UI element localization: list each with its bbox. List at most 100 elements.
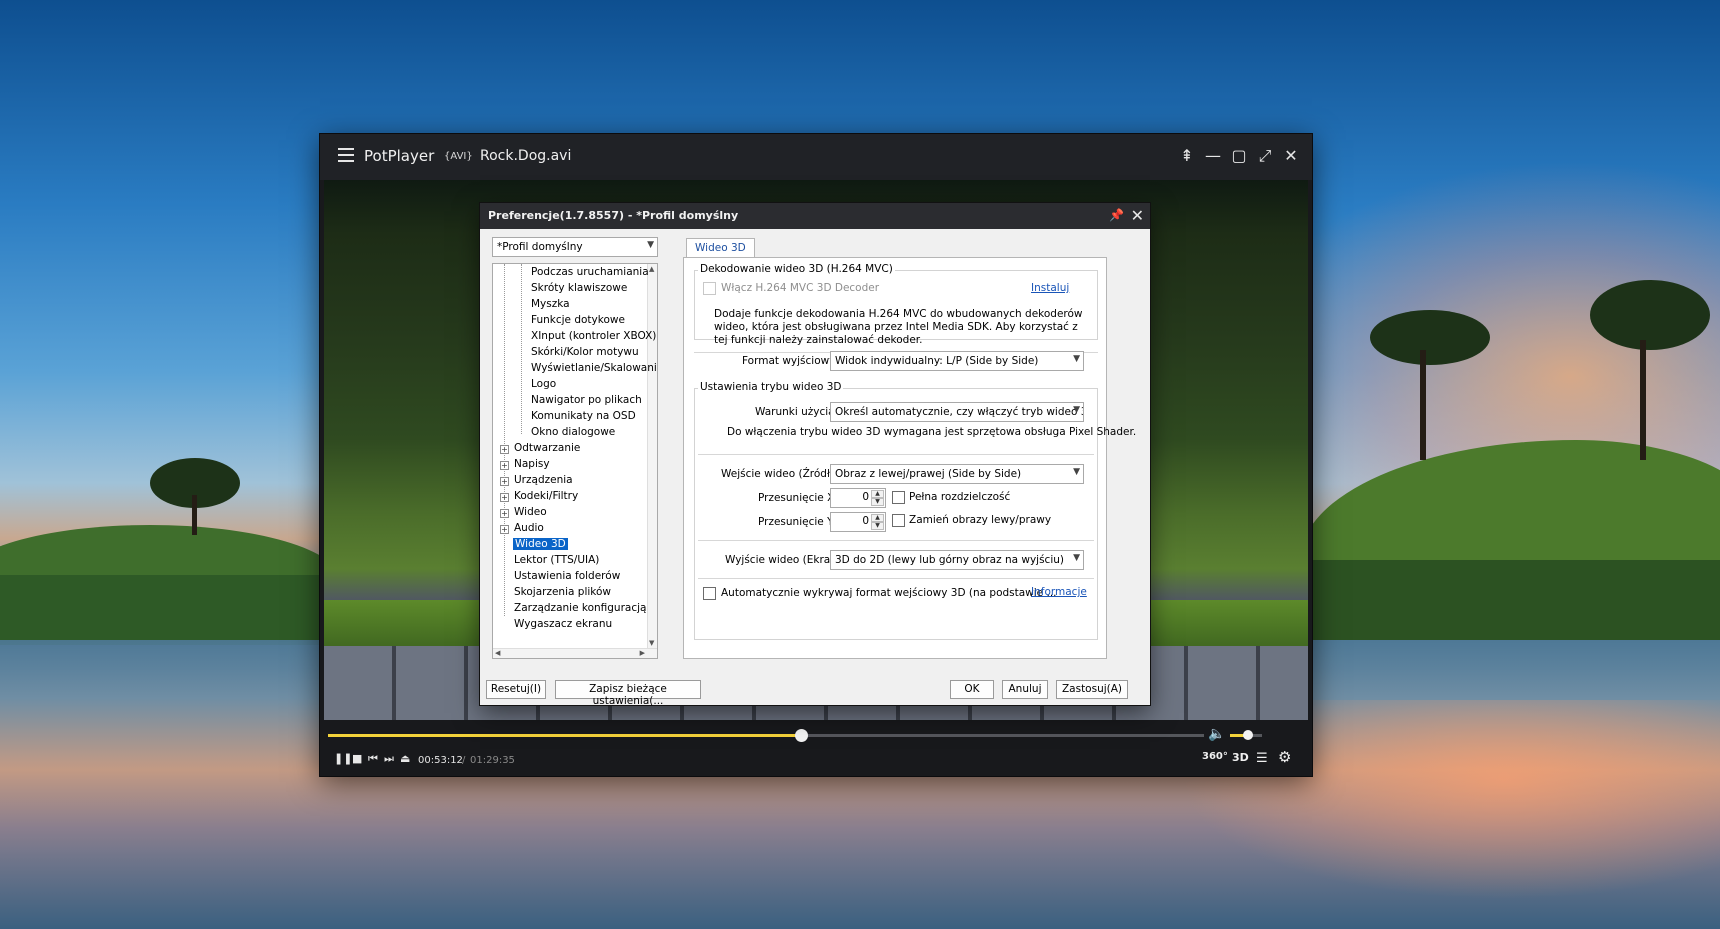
pause-icon[interactable]: ❚❚: [334, 752, 352, 765]
right-hill-shadow: [1310, 560, 1720, 640]
tree-item[interactable]: Logo: [531, 378, 556, 390]
tree-item[interactable]: Skojarzenia plików: [514, 586, 611, 598]
expand-plus-icon[interactable]: +: [500, 445, 509, 454]
expand-plus-icon[interactable]: +: [500, 509, 509, 518]
chevron-down-icon: ▼: [1073, 467, 1080, 477]
info-link[interactable]: Informacje: [1031, 586, 1087, 598]
spin-down-icon[interactable]: ▼: [871, 522, 884, 530]
tree-item[interactable]: Wideo: [514, 506, 547, 518]
scroll-down-icon[interactable]: ▼: [649, 639, 654, 647]
settings-tree[interactable]: ▲ ▼ ◀ ▶ Podczas uruchamiania Skróty klawi…: [492, 263, 658, 659]
apply-button[interactable]: Zastosuj(A): [1056, 680, 1128, 699]
tree-item[interactable]: Skróty klawiszowe: [531, 282, 627, 294]
tree-line: [521, 264, 522, 434]
fullscreen-icon[interactable]: ⤢: [1254, 145, 1276, 167]
playlist-icon[interactable]: ☰: [1256, 751, 1268, 766]
tree-item[interactable]: Lektor (TTS/UIA): [514, 554, 599, 566]
offset-x-label: Przesunięcie X:: [758, 492, 838, 504]
player-titlebar[interactable]: PotPlayer {AVI} Rock.Dog.avi ⇞ — ▢ ⤢ ✕: [320, 134, 1312, 180]
minimize-icon[interactable]: —: [1202, 145, 1224, 167]
tree-item[interactable]: Ustawienia folderów: [514, 570, 620, 582]
tree-item[interactable]: Odtwarzanie: [514, 442, 580, 454]
pixel-shader-note: Do włączenia trybu wideo 3D wymagana jes…: [727, 426, 1137, 438]
enable-mvc-label: Włącz H.264 MVC 3D Decoder: [721, 282, 880, 294]
condition-combo[interactable]: Określ automatycznie, czy włączyć tryb w…: [830, 402, 1084, 422]
install-link[interactable]: Instaluj: [1031, 282, 1069, 294]
tree-item[interactable]: Audio: [514, 522, 544, 534]
right-tree-far-trunk: [1640, 340, 1646, 460]
ok-button[interactable]: OK: [950, 680, 994, 699]
seek-handle[interactable]: [795, 729, 809, 742]
tree-item[interactable]: XInput (kontroler XBOX): [531, 330, 656, 342]
swap-images-checkbox[interactable]: [892, 514, 905, 527]
tree-item[interactable]: Okno dialogowe: [531, 426, 615, 438]
expand-plus-icon[interactable]: +: [500, 461, 509, 470]
offset-y-input[interactable]: [833, 515, 869, 527]
spin-up-icon[interactable]: ▲: [871, 490, 884, 498]
tree-horizontal-scrollbar[interactable]: ◀ ▶: [493, 648, 657, 658]
3d-button[interactable]: 3D: [1232, 751, 1249, 764]
offset-x-spinner[interactable]: ▲ ▼: [830, 488, 886, 508]
full-resolution-checkbox[interactable]: [892, 491, 905, 504]
tree-item[interactable]: Wyświetlanie/Skalowanie sk: [531, 362, 657, 374]
dialog-close-icon[interactable]: ✕: [1131, 206, 1144, 225]
scroll-right-icon[interactable]: ▶: [640, 649, 645, 657]
right-tree: [1370, 310, 1490, 365]
output-format-combo[interactable]: Widok indywidualny: L/P (Side by Side) ▼: [830, 351, 1084, 371]
scroll-up-icon[interactable]: ▲: [649, 265, 654, 273]
tree-item[interactable]: Skórki/Kolor motywu: [531, 346, 639, 358]
save-settings-button[interactable]: Zapisz bieżące ustawienia(...: [555, 680, 701, 707]
enable-mvc-checkbox[interactable]: [703, 282, 716, 295]
next-icon[interactable]: ⏭: [384, 752, 394, 766]
offset-x-input[interactable]: [833, 491, 869, 503]
settings-gear-icon[interactable]: ⚙: [1278, 748, 1291, 766]
video-input-combo[interactable]: Obraz z lewej/prawej (Side by Side) ▼: [830, 464, 1084, 484]
dialog-titlebar[interactable]: Preferencje(1.7.8557) - *Profil domyślny…: [480, 203, 1150, 229]
tree-item[interactable]: Funkcje dotykowe: [531, 314, 625, 326]
previous-icon[interactable]: ⏮: [368, 752, 378, 766]
tree-vertical-scrollbar[interactable]: ▲ ▼: [647, 264, 657, 648]
tree-item[interactable]: Wygaszacz ekranu: [514, 618, 612, 630]
tree-item[interactable]: Nawigator po plikach: [531, 394, 642, 406]
mode-group-title: Ustawienia trybu wideo 3D: [698, 381, 844, 393]
separator: [698, 540, 1094, 541]
eject-icon[interactable]: ⏏: [400, 752, 410, 765]
seek-bar[interactable]: [328, 729, 1204, 742]
tree-item[interactable]: Kodeki/Filtry: [514, 490, 578, 502]
close-icon[interactable]: ✕: [1280, 145, 1302, 167]
tab-video-3d[interactable]: Wideo 3D: [686, 238, 755, 258]
cancel-button[interactable]: Anuluj: [1002, 680, 1048, 699]
spin-down-icon[interactable]: ▼: [871, 498, 884, 506]
tree-item[interactable]: Podczas uruchamiania: [531, 266, 649, 278]
maximize-icon[interactable]: ▢: [1228, 145, 1250, 167]
vr-360-button[interactable]: 360°: [1202, 751, 1228, 762]
tree-item[interactable]: Myszka: [531, 298, 570, 310]
full-resolution-label: Pełna rozdzielczość: [909, 491, 1011, 503]
expand-plus-icon[interactable]: +: [500, 477, 509, 486]
stop-icon[interactable]: ■: [352, 752, 362, 765]
chevron-down-icon: ▼: [1073, 354, 1080, 364]
auto-detect-checkbox[interactable]: [703, 587, 716, 600]
volume-icon[interactable]: 🔈: [1208, 726, 1225, 742]
chevron-down-icon: ▼: [647, 240, 654, 250]
expand-plus-icon[interactable]: +: [500, 493, 509, 502]
right-tree-trunk: [1420, 350, 1426, 460]
tree-item[interactable]: Urządzenia: [514, 474, 573, 486]
spin-up-icon[interactable]: ▲: [871, 514, 884, 522]
tree-item-selected[interactable]: Wideo 3D: [513, 538, 568, 550]
menu-icon[interactable]: [338, 148, 354, 162]
pin-icon[interactable]: ⇞: [1176, 145, 1198, 167]
volume-handle[interactable]: [1242, 730, 1253, 740]
tree-item[interactable]: Zarządzanie konfiguracją: [514, 602, 646, 614]
tree-item[interactable]: Komunikaty na OSD: [531, 410, 636, 422]
offset-y-spinner[interactable]: ▲ ▼: [830, 512, 886, 532]
volume-slider[interactable]: [1230, 730, 1262, 740]
profile-combo[interactable]: *Profil domyślny ▼: [492, 237, 658, 257]
scroll-left-icon[interactable]: ◀: [495, 649, 500, 657]
tree-item[interactable]: Napisy: [514, 458, 550, 470]
condition-label: Warunki użycia:: [755, 406, 839, 418]
dialog-pin-icon[interactable]: 📌: [1109, 208, 1124, 222]
expand-plus-icon[interactable]: +: [500, 525, 509, 534]
reset-button[interactable]: Resetuj(I): [486, 680, 546, 699]
screen-output-combo[interactable]: 3D do 2D (lewy lub górny obraz na wyjści…: [830, 550, 1084, 570]
